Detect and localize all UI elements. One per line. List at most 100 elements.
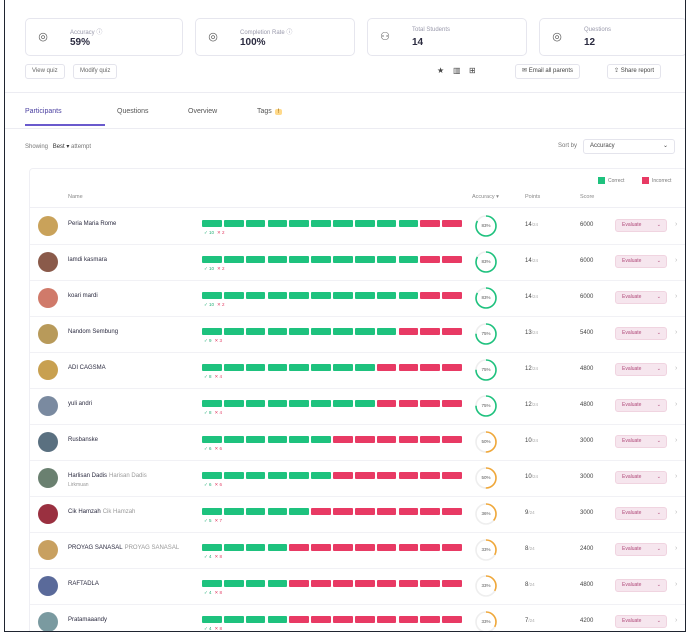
- column-header-accuracy[interactable]: Accuracy ▾: [472, 194, 499, 200]
- participant-row[interactable]: koari mardi ✓ 10 ✕ 2 83% 14/24 6000 Evalu…: [30, 281, 685, 317]
- participant-name[interactable]: Cik Hamzah Cik Hamzah: [68, 509, 135, 515]
- tab-tags-label: Tags: [257, 108, 272, 115]
- chevron-right-icon[interactable]: ›: [675, 293, 677, 300]
- correct-count: ✓ 5: [204, 518, 212, 523]
- participant-name[interactable]: Peria Maria Rome: [68, 221, 118, 227]
- column-header-points[interactable]: Points: [525, 194, 540, 200]
- participant-row[interactable]: Harlisan Dadis Harisan Dadis Lirkmuan ✓ 6…: [30, 461, 685, 497]
- chevron-right-icon[interactable]: ›: [675, 221, 677, 228]
- participant-row[interactable]: yuli andri ✓ 8 ✕ 4 75% 12/24 4800 Evaluat…: [30, 389, 685, 425]
- participant-name-text: Cik Hamzah: [68, 509, 101, 515]
- sort-select[interactable]: Accuracy ⌄: [583, 139, 675, 154]
- tab-tags[interactable]: Tags!: [257, 108, 283, 115]
- answer-segment: [202, 508, 222, 515]
- column-header-name[interactable]: Name: [68, 194, 83, 200]
- column-header-score[interactable]: Score: [580, 194, 594, 200]
- chevron-right-icon[interactable]: ›: [675, 545, 677, 552]
- grid-icon[interactable]: ⊞: [469, 66, 476, 75]
- chevron-right-icon[interactable]: ›: [675, 329, 677, 336]
- participant-name[interactable]: RAFTADLA: [68, 581, 101, 587]
- evaluate-button[interactable]: Evaluate ⌄: [615, 255, 667, 268]
- participant-subtitle: Lirkmuan: [68, 482, 89, 488]
- view-quiz-chip[interactable]: View quiz: [25, 64, 65, 79]
- tab-overview[interactable]: Overview: [188, 108, 217, 115]
- participant-row[interactable]: Pratamaaandy ✓ 4 ✕ 8 33% 7/24 4200 Evalua…: [30, 605, 685, 631]
- chevron-right-icon[interactable]: ›: [675, 401, 677, 408]
- answer-segment: [311, 436, 331, 443]
- participant-name[interactable]: yuli andri: [68, 401, 94, 407]
- tab-participants[interactable]: Participants: [25, 108, 62, 115]
- answer-counts: ✓ 9 ✕ 3: [204, 338, 222, 344]
- stat-label: Completion Rate ⓘ: [240, 30, 293, 36]
- evaluate-button[interactable]: Evaluate ⌄: [615, 399, 667, 412]
- chevron-right-icon[interactable]: ›: [675, 509, 677, 516]
- chevron-right-icon[interactable]: ›: [675, 365, 677, 372]
- score-value: 3000: [580, 510, 594, 516]
- chevron-right-icon[interactable]: ›: [675, 617, 677, 624]
- participant-name-text: Nandom Sembung: [68, 329, 119, 335]
- answer-segment: [223, 580, 244, 587]
- divider: [5, 92, 685, 93]
- participant-name[interactable]: ADI CAGSMA: [68, 365, 108, 371]
- answer-segment: [267, 256, 288, 263]
- quiz-report-page: ◎ Accuracy ⓘ 59% ◎ Completion Rate ⓘ 100…: [4, 0, 686, 632]
- share-report-button[interactable]: ⇪ Share report: [607, 64, 662, 79]
- evaluate-button[interactable]: Evaluate ⌄: [615, 435, 667, 448]
- points-unit: /24: [531, 222, 538, 227]
- answer-segment: [311, 364, 331, 371]
- correct-count: ✓ 10: [204, 302, 215, 307]
- target-icon: ◎: [38, 31, 48, 43]
- evaluate-button[interactable]: Evaluate ⌄: [615, 579, 667, 592]
- participant-name[interactable]: Pratamaaandy: [68, 617, 109, 623]
- chevron-right-icon[interactable]: ›: [675, 437, 677, 444]
- participant-row[interactable]: ADI CAGSMA ✓ 8 ✕ 4 75% 12/24 4800 Evaluat…: [30, 353, 685, 389]
- answer-segment: [245, 472, 266, 479]
- completion-icon: ◎: [208, 31, 218, 43]
- chevron-right-icon[interactable]: ›: [675, 257, 677, 264]
- modify-quiz-chip[interactable]: Modify quiz: [73, 64, 118, 79]
- answer-segment: [398, 472, 419, 479]
- star-icon[interactable]: ★: [437, 66, 444, 75]
- participant-row[interactable]: Rusbanske ✓ 6 ✕ 6 50% 10/24 3000 Evaluate…: [30, 425, 685, 461]
- participant-name[interactable]: koari mardi: [68, 293, 100, 299]
- attempt-select[interactable]: Best ▾: [53, 144, 70, 150]
- participant-name[interactable]: Rusbanske: [68, 437, 100, 443]
- incorrect-count: ✕ 2: [217, 230, 225, 235]
- participant-name-text: RAFTADLA: [68, 581, 99, 587]
- evaluate-button[interactable]: Evaluate ⌄: [615, 363, 667, 376]
- evaluate-button[interactable]: Evaluate ⌄: [615, 615, 667, 628]
- answer-segment: [267, 436, 288, 443]
- evaluate-label: Evaluate: [622, 330, 642, 336]
- evaluate-button[interactable]: Evaluate ⌄: [615, 543, 667, 556]
- chevron-right-icon[interactable]: ›: [675, 581, 677, 588]
- evaluate-button[interactable]: Evaluate ⌄: [615, 327, 667, 340]
- points-number: 13: [525, 330, 532, 336]
- chevron-right-icon[interactable]: ›: [675, 473, 677, 480]
- participant-name[interactable]: lamdi kasmara: [68, 257, 109, 263]
- participant-row[interactable]: Nandom Sembung ✓ 9 ✕ 3 75% 13/24 5400 Eva…: [30, 317, 685, 353]
- evaluate-button[interactable]: Evaluate ⌄: [615, 219, 667, 232]
- print-icon[interactable]: ▥: [453, 66, 461, 75]
- participant-row[interactable]: PROYAG SANASAL PROYAG SANASAL ✓ 4 ✕ 8 33% …: [30, 533, 685, 569]
- answer-segment: [420, 580, 441, 587]
- tab-questions[interactable]: Questions: [117, 108, 149, 115]
- evaluate-button[interactable]: Evaluate ⌄: [615, 507, 667, 520]
- participant-row[interactable]: RAFTADLA ✓ 4 ✕ 8 33% 8/24 4800 Evaluate ⌄ …: [30, 569, 685, 605]
- email-all-parents-button[interactable]: ✉ Email all parents: [515, 64, 581, 79]
- participant-name-text: koari mardi: [68, 293, 98, 299]
- evaluate-button[interactable]: Evaluate ⌄: [615, 471, 667, 484]
- answer-segment: [245, 544, 266, 551]
- answer-segment: [289, 292, 310, 299]
- participant-name[interactable]: PROYAG SANASAL PROYAG SANASAL: [68, 545, 179, 551]
- participant-row[interactable]: Cik Hamzah Cik Hamzah ✓ 5 ✕ 7 36% 9/24 300…: [30, 497, 685, 533]
- participant-name[interactable]: Harlisan Dadis Harisan Dadis: [68, 473, 147, 479]
- evaluate-button[interactable]: Evaluate ⌄: [615, 291, 667, 304]
- answer-segment: [245, 364, 266, 371]
- participant-name[interactable]: Nandom Sembung: [68, 329, 120, 335]
- participant-row[interactable]: lamdi kasmara ✓ 10 ✕ 2 83% 14/24 6000 Eva…: [30, 245, 685, 281]
- avatar: [38, 360, 58, 380]
- answer-segment: [354, 256, 375, 263]
- answer-segment: [267, 292, 288, 299]
- filter-suffix: attempt: [71, 144, 92, 150]
- participant-row[interactable]: Peria Maria Rome ✓ 10 ✕ 2 83% 14/24 6000 …: [30, 209, 685, 245]
